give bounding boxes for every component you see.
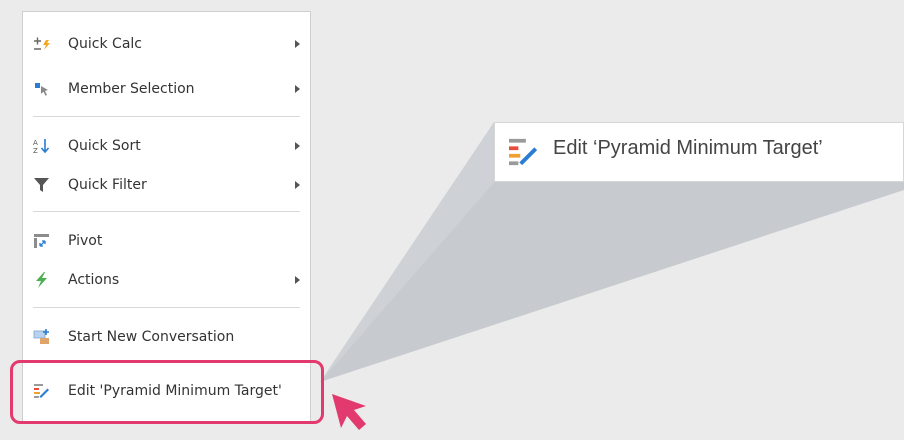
svg-text:Z: Z xyxy=(33,147,38,154)
edit-target-icon xyxy=(509,138,538,166)
highlight-frame xyxy=(10,360,324,424)
menu-item-label: Actions xyxy=(68,272,120,288)
menu-item-label: Quick Sort xyxy=(68,138,141,154)
menu-item-label: Start New Conversation xyxy=(68,329,235,345)
pointer-cursor-icon xyxy=(332,394,366,430)
menu-item-actions[interactable]: Actions xyxy=(23,265,310,295)
quick-sort-icon: A Z xyxy=(33,139,50,154)
menu-item-label: Pivot xyxy=(68,233,103,249)
submenu-arrow-icon xyxy=(295,85,300,93)
menu-item-label: Quick Calc xyxy=(68,36,142,52)
menu-item-pivot[interactable]: Pivot xyxy=(23,226,310,256)
submenu-arrow-icon xyxy=(295,276,300,284)
menu-item-start-new-conversation[interactable]: Start New Conversation xyxy=(23,322,310,352)
zoom-callout: Edit ‘Pyramid Minimum Target’ xyxy=(494,122,904,182)
menu-divider xyxy=(33,211,300,212)
svg-text:A: A xyxy=(33,139,38,147)
menu-item-member-selection[interactable]: Member Selection xyxy=(23,74,310,104)
new-conversation-icon xyxy=(33,329,49,344)
quick-calc-icon xyxy=(34,37,50,50)
menu-divider xyxy=(33,116,300,117)
submenu-arrow-icon xyxy=(295,181,300,189)
filter-icon xyxy=(34,178,49,192)
menu-item-quick-calc[interactable]: Quick Calc xyxy=(23,29,310,59)
menu-item-label: Quick Filter xyxy=(68,177,147,193)
submenu-arrow-icon xyxy=(295,40,300,48)
menu-divider xyxy=(33,307,300,308)
menu-item-label: Member Selection xyxy=(68,81,195,97)
menu-item-quick-sort[interactable]: A Z Quick Sort xyxy=(23,131,310,161)
actions-icon xyxy=(36,272,47,288)
zoom-callout-label: Edit ‘Pyramid Minimum Target’ xyxy=(553,137,823,159)
pivot-icon xyxy=(34,234,49,248)
submenu-arrow-icon xyxy=(295,142,300,150)
menu-item-quick-filter[interactable]: Quick Filter xyxy=(23,170,310,200)
member-selection-icon xyxy=(35,83,48,96)
